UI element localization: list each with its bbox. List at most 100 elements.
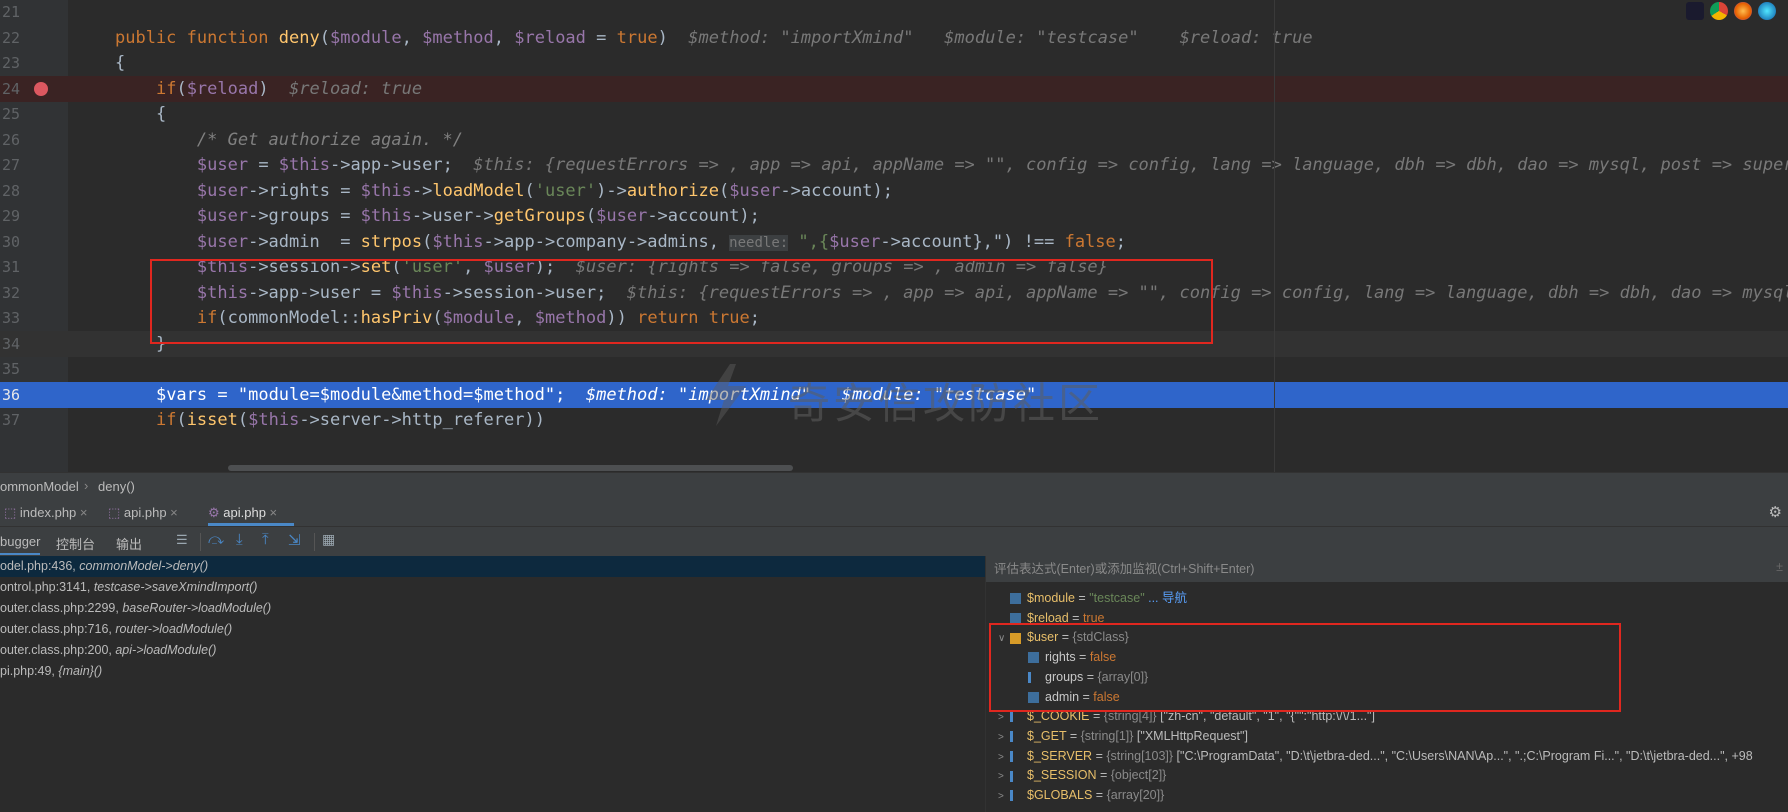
- variable-row[interactable]: $module = "testcase" ... 导航: [998, 588, 1187, 608]
- close-icon[interactable]: ×: [167, 505, 178, 520]
- line-number[interactable]: 34: [0, 331, 20, 357]
- stack-frame[interactable]: outer.class.php:200, api->loadModule(): [0, 640, 985, 661]
- line-number[interactable]: 26: [0, 127, 20, 153]
- frame-location: outer.class.php:716,: [0, 622, 116, 636]
- breadcrumb-class[interactable]: ommonModel: [0, 479, 79, 494]
- code-token: =: [248, 155, 279, 175]
- evaluate-expression-input[interactable]: 评估表达式(Enter)或添加监视(Ctrl+Shift+Enter): [986, 556, 1788, 582]
- code-text[interactable]: $user->groups = $this->user->getGroups($…: [115, 203, 760, 229]
- code-line[interactable]: 24 if($reload) $reload: true: [0, 75, 1788, 102]
- code-text[interactable]: [115, 0, 156, 25]
- step-into-icon[interactable]: ⤓: [236, 531, 243, 548]
- tab-output[interactable]: 输出: [116, 534, 142, 553]
- close-icon[interactable]: ×: [266, 505, 278, 520]
- code-line[interactable]: 28 $user->rights = $this->loadModel('use…: [0, 178, 1788, 204]
- code-line[interactable]: 25 {: [0, 101, 1788, 127]
- variable-row[interactable]: > $_SERVER = {string[103]} ["C:\ProgramDa…: [998, 746, 1753, 766]
- add-watch-icon[interactable]: ±: [1776, 560, 1783, 574]
- line-number[interactable]: 37: [0, 407, 20, 433]
- equals-sign: =: [1066, 728, 1081, 743]
- breakpoint-icon[interactable]: [34, 81, 48, 96]
- line-number[interactable]: 25: [0, 101, 20, 127]
- stack-frame[interactable]: odel.php:436, commonModel->deny(): [0, 556, 985, 577]
- variable-row[interactable]: > $_GET = {string[1]} ["XMLHttpRequest"]: [998, 726, 1248, 746]
- tab-api-php-active[interactable]: ⚙ api.php ×: [208, 500, 294, 526]
- variable-preview: ["C:\ProgramData", "D:\t\jetbra-ded...",…: [1173, 748, 1753, 763]
- code-line[interactable]: 23 {: [0, 50, 1788, 76]
- code-text[interactable]: public function deny($module, $method, $…: [115, 25, 1313, 51]
- chrome-icon[interactable]: [1710, 2, 1728, 20]
- tab-console[interactable]: 控制台: [56, 534, 95, 553]
- line-number[interactable]: 33: [0, 305, 20, 331]
- line-number[interactable]: 21: [0, 0, 20, 25]
- horizontal-scrollbar[interactable]: [228, 465, 793, 471]
- code-line[interactable]: 30 $user->admin = strpos($this->app->com…: [0, 229, 1788, 255]
- step-out-icon[interactable]: ⤒: [262, 531, 269, 548]
- equals-sign: =: [1096, 768, 1111, 783]
- code-token: (: [422, 231, 433, 252]
- edge-icon[interactable]: [1758, 2, 1776, 20]
- line-number[interactable]: 24: [0, 76, 20, 102]
- line-number[interactable]: 30: [0, 229, 20, 255]
- frames-panel: odel.php:436, commonModel->deny() ontrol.…: [0, 556, 985, 812]
- line-number[interactable]: 22: [0, 25, 20, 51]
- stack-frame[interactable]: ontrol.php:3141, testcase->saveXmindImpo…: [0, 577, 985, 598]
- variable-row[interactable]: > $GLOBALS = {array[20]}: [998, 785, 1164, 805]
- code-text[interactable]: {: [115, 50, 125, 76]
- variable-row[interactable]: > $_SESSION = {object[2]}: [998, 765, 1166, 785]
- chevron-right-icon[interactable]: >: [998, 787, 1010, 807]
- code-text[interactable]: $user = $this->app->user; $this: {reques…: [115, 152, 1788, 178]
- tab-debugger[interactable]: bugger: [0, 534, 41, 555]
- line-number[interactable]: 36: [0, 382, 20, 408]
- variable-value: {string[103]}: [1106, 748, 1174, 763]
- code-token: ->app->user;: [329, 155, 474, 175]
- variable-value: {object[2]}: [1110, 768, 1167, 783]
- step-over-icon[interactable]: ⤼: [208, 531, 224, 548]
- firefox-icon[interactable]: [1734, 2, 1752, 20]
- line-number[interactable]: 27: [0, 152, 20, 178]
- code-token: )->: [596, 180, 627, 201]
- code-token: $module: [329, 27, 402, 48]
- code-line[interactable]: 27 $user = $this->app->user; $this: {req…: [0, 152, 1788, 178]
- evaluate-table-icon[interactable]: ▦: [322, 531, 335, 548]
- code-text[interactable]: $user->admin = strpos($this->app->compan…: [115, 229, 1126, 256]
- code-line[interactable]: 29 $user->groups = $this->user->getGroup…: [0, 203, 1788, 229]
- phpstorm-icon[interactable]: [1686, 2, 1704, 20]
- array-icon: [1010, 750, 1021, 762]
- line-number[interactable]: 28: [0, 178, 20, 204]
- code-text[interactable]: if($reload) $reload: true: [115, 76, 422, 102]
- code-token: $user: [596, 206, 648, 226]
- code-token: (: [176, 78, 187, 99]
- code-text[interactable]: if(isset($this->server->http_referer)): [115, 407, 545, 433]
- tab-index-php[interactable]: ⬚ index.php ×: [4, 500, 102, 526]
- code-token: =: [207, 384, 238, 405]
- line-number[interactable]: 23: [0, 50, 20, 76]
- code-token: ->: [411, 180, 433, 201]
- close-icon[interactable]: ×: [76, 505, 88, 520]
- code-line[interactable]: 21: [0, 0, 1788, 25]
- line-number[interactable]: 32: [0, 280, 20, 306]
- code-text[interactable]: $user->rights = $this->loadModel('user')…: [115, 178, 893, 204]
- menu-icon[interactable]: ☰: [176, 532, 188, 548]
- run-to-cursor-icon[interactable]: ⇲: [288, 531, 301, 549]
- stack-frame[interactable]: pi.php:49, {main}(): [0, 661, 985, 682]
- code-line[interactable]: 22 public function deny($module, $method,…: [0, 25, 1788, 51]
- stack-frame[interactable]: outer.class.php:2299, baseRouter->loadMo…: [0, 598, 985, 619]
- line-number[interactable]: 35: [0, 356, 20, 382]
- code-line[interactable]: 26 /* Get authorize again. */: [0, 127, 1788, 153]
- settings-gear-icon[interactable]: ⚙: [1769, 503, 1782, 521]
- code-token: false: [1064, 231, 1116, 252]
- code-text[interactable]: {: [115, 101, 166, 127]
- code-text[interactable]: /* Get authorize again. */: [115, 127, 463, 153]
- breadcrumb-method[interactable]: deny(): [98, 479, 135, 494]
- code-editor[interactable]: 21 22 public function deny($module, $meth…: [0, 0, 1788, 472]
- tab-api-php[interactable]: ⬚ api.php ×: [108, 500, 200, 526]
- navigate-link[interactable]: ... 导航: [1145, 591, 1187, 605]
- line-number[interactable]: 31: [0, 254, 20, 280]
- line-number[interactable]: 29: [0, 203, 20, 229]
- frame-call: {main}(): [58, 664, 103, 678]
- stack-frame[interactable]: outer.class.php:716, router->loadModule(…: [0, 619, 985, 640]
